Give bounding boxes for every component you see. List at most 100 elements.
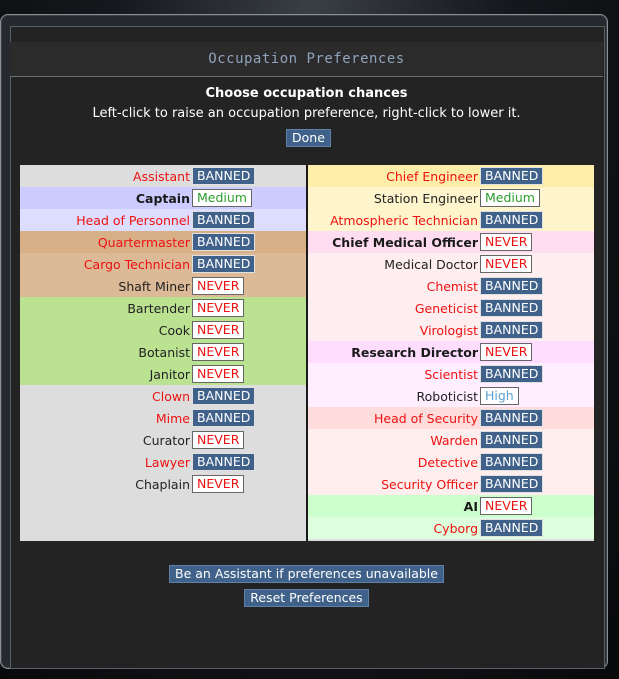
preference-toggle[interactable]: Medium <box>192 189 252 207</box>
preference-toggle[interactable]: NEVER <box>480 497 533 515</box>
occupation-name: Detective <box>417 454 478 470</box>
occupation-row: Cyborg BANNED <box>308 517 594 539</box>
preference-toggle[interactable]: BANNED <box>192 211 256 229</box>
occupation-row: AI NEVER <box>308 495 594 517</box>
occupation-row: Bartender NEVER <box>20 297 306 319</box>
occupation-row: Curator NEVER <box>20 429 306 451</box>
preference-toggle[interactable]: NEVER <box>192 299 245 317</box>
occupation-row: Cook NEVER <box>20 319 306 341</box>
occupation-row: Station Engineer Medium <box>308 187 594 209</box>
preference-toggle[interactable]: BANNED <box>480 299 544 317</box>
occupation-name: Security Officer <box>381 476 478 492</box>
occupation-row: Botanist NEVER <box>20 341 306 363</box>
preference-toggle[interactable]: BANNED <box>192 167 256 185</box>
occupation-name: Janitor <box>149 366 190 382</box>
title-bar[interactable]: Occupation Preferences <box>10 42 603 77</box>
occupation-row: Virologist BANNED <box>308 319 594 341</box>
occupation-name: Cook <box>158 322 190 338</box>
preference-toggle[interactable]: BANNED <box>192 453 256 471</box>
occupation-name: Shaft Miner <box>118 278 190 294</box>
occupation-row: Research Director NEVER <box>308 341 594 363</box>
occupation-name: Captain <box>135 190 190 206</box>
preference-toggle[interactable]: BANNED <box>480 321 544 339</box>
occupation-name: Station Engineer <box>373 190 478 206</box>
occupation-row: Shaft Miner NEVER <box>20 275 306 297</box>
occupation-row: Cargo Technician BANNED <box>20 253 306 275</box>
preference-toggle[interactable]: NEVER <box>192 365 245 383</box>
occupation-name: Cargo Technician <box>83 256 190 272</box>
preference-toggle[interactable]: BANNED <box>480 453 544 471</box>
occupation-row: Captain Medium <box>20 187 306 209</box>
occupation-row: Medical Doctor NEVER <box>308 253 594 275</box>
preference-toggle[interactable]: NEVER <box>192 277 245 295</box>
preference-toggle[interactable]: NEVER <box>192 321 245 339</box>
occupation-name: Virologist <box>419 322 478 338</box>
occupation-name: Atmospheric Technician <box>330 212 478 228</box>
occupation-name: Geneticist <box>414 300 478 316</box>
footer-buttons: Be an Assistant if preferences unavailab… <box>10 563 603 611</box>
preference-toggle[interactable]: NEVER <box>480 233 533 251</box>
occupation-name: Roboticist <box>416 388 479 404</box>
occupation-row: Detective BANNED <box>308 451 594 473</box>
preference-toggle[interactable]: BANNED <box>192 387 256 405</box>
occupation-row: Quartermaster BANNED <box>20 231 306 253</box>
occupation-row: Chief Engineer BANNED <box>308 165 594 187</box>
occupation-row: Chemist BANNED <box>308 275 594 297</box>
occupation-row: Mime BANNED <box>20 407 306 429</box>
occupation-name: Mime <box>155 410 190 426</box>
preference-toggle[interactable]: BANNED <box>480 211 544 229</box>
done-button[interactable]: Done <box>286 129 331 147</box>
preference-toggle[interactable]: NEVER <box>480 343 533 361</box>
preference-toggle[interactable]: BANNED <box>480 277 544 295</box>
preference-toggle[interactable]: BANNED <box>480 519 544 537</box>
occupation-name: Chief Engineer <box>386 168 478 184</box>
occupation-name: Research Director <box>351 344 478 360</box>
occupation-name: Cyborg <box>433 520 478 536</box>
occupation-name: AI <box>463 498 478 514</box>
occupation-name: Curator <box>142 432 190 448</box>
occupation-name: Chemist <box>426 278 478 294</box>
instructions: Left-click to raise an occupation prefer… <box>92 106 521 121</box>
preference-toggle[interactable]: NEVER <box>192 431 245 449</box>
occupation-name: Botanist <box>138 344 190 360</box>
occupation-column-right: Chief Engineer BANNED Station Engineer Medi… <box>308 165 594 541</box>
occupation-name: Quartermaster <box>97 234 190 250</box>
preference-toggle[interactable]: Medium <box>480 189 540 207</box>
preference-toggle[interactable]: High <box>480 387 519 405</box>
preference-toggle[interactable]: NEVER <box>480 255 533 273</box>
preference-toggle[interactable]: BANNED <box>192 233 256 251</box>
occupation-row: Assistant BANNED <box>20 165 306 187</box>
reset-preferences-button[interactable]: Reset Preferences <box>244 589 369 607</box>
window-title: Occupation Preferences <box>208 51 405 67</box>
preference-toggle[interactable]: NEVER <box>192 343 245 361</box>
occupation-row: Chief Medical Officer NEVER <box>308 231 594 253</box>
occupation-row: Atmospheric Technician BANNED <box>308 209 594 231</box>
occupation-row: Lawyer BANNED <box>20 451 306 473</box>
occupation-name: Scientist <box>424 366 478 382</box>
preference-toggle[interactable]: BANNED <box>192 255 256 273</box>
occupation-row: Clown BANNED <box>20 385 306 407</box>
occupation-row: Roboticist High <box>308 385 594 407</box>
preference-toggle[interactable]: BANNED <box>480 365 544 383</box>
occupation-name: Chief Medical Officer <box>332 234 478 250</box>
occupation-row: Chaplain NEVER <box>20 473 306 495</box>
preference-toggle[interactable]: BANNED <box>480 409 544 427</box>
preference-toggle[interactable]: BANNED <box>480 475 544 493</box>
occupation-row: Geneticist BANNED <box>308 297 594 319</box>
occupation-name: Clown <box>152 388 190 404</box>
preference-toggle[interactable]: BANNED <box>192 409 256 427</box>
occupation-name: Medical Doctor <box>384 256 478 272</box>
occupation-name: Chaplain <box>135 476 190 492</box>
occupation-row: Head of Personnel BANNED <box>20 209 306 231</box>
occupation-row: Janitor NEVER <box>20 363 306 385</box>
occupation-name: Assistant <box>133 168 190 184</box>
occupation-row: Security Officer BANNED <box>308 473 594 495</box>
assistant-fallback-button[interactable]: Be an Assistant if preferences unavailab… <box>169 565 444 583</box>
occupation-row: Scientist BANNED <box>308 363 594 385</box>
preference-toggle[interactable]: BANNED <box>480 167 544 185</box>
heading: Choose occupation chances <box>205 86 408 101</box>
occupation-name: Lawyer <box>144 454 190 470</box>
preference-toggle[interactable]: NEVER <box>192 475 245 493</box>
preference-toggle[interactable]: BANNED <box>480 431 544 449</box>
occupation-row: Warden BANNED <box>308 429 594 451</box>
